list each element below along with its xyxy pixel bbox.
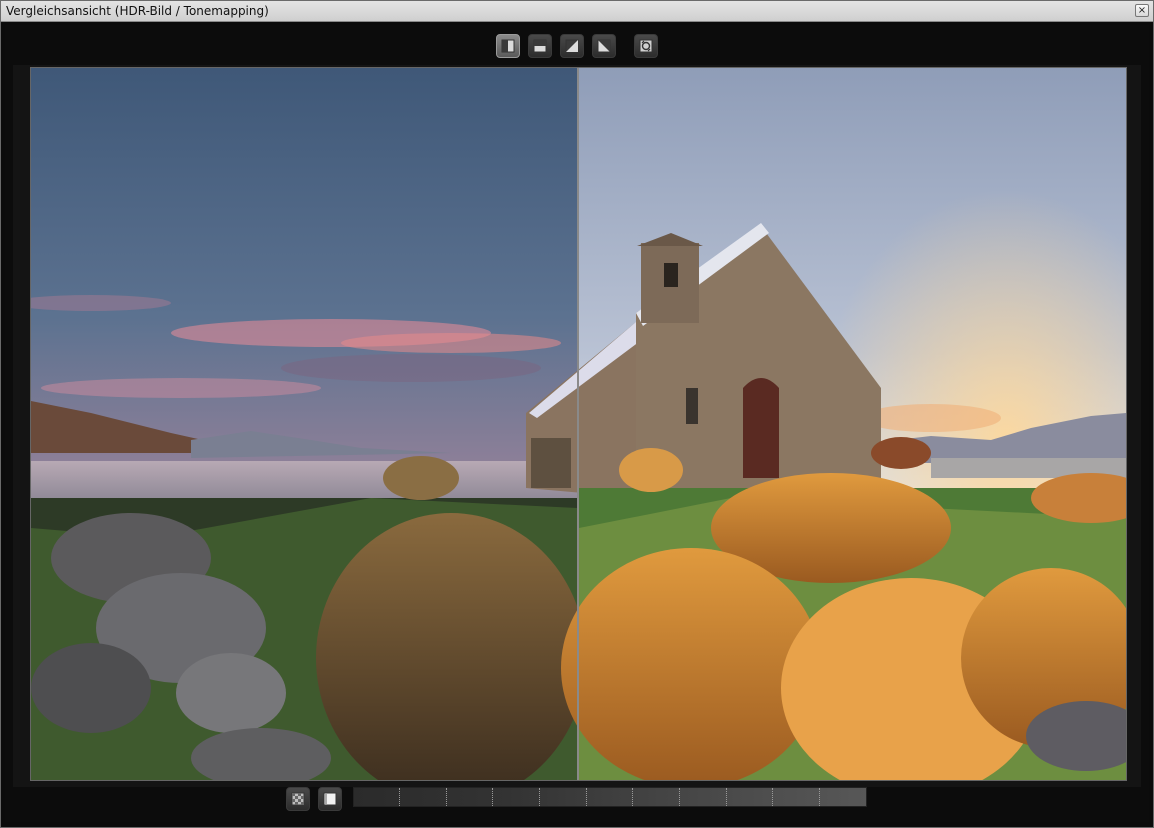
split-horizontal-button[interactable] [528, 34, 552, 58]
split-vertical-button[interactable] [496, 34, 520, 58]
split-diagonal-right-icon [597, 39, 611, 53]
split-diagonal-left-icon [565, 39, 579, 53]
slider-tick [726, 788, 727, 806]
slider-tick [772, 788, 773, 806]
white-background-button[interactable] [318, 787, 342, 811]
background-gray-slider[interactable] [353, 787, 867, 807]
comparison-window: Vergleichsansicht (HDR-Bild / Tonemappin… [0, 0, 1154, 828]
swap-view-icon [639, 39, 653, 53]
view-mode-toolbar [5, 25, 1149, 65]
close-button[interactable]: × [1135, 4, 1149, 17]
slider-tick [679, 788, 680, 806]
slider-tick [446, 788, 447, 806]
swap-view-button[interactable] [634, 34, 658, 58]
checker-background-button[interactable] [286, 787, 310, 811]
slider-tick [819, 788, 820, 806]
comparison-viewport[interactable] [30, 67, 1127, 781]
client-area [5, 25, 1149, 822]
split-vertical-icon [501, 39, 515, 53]
slider-tick [539, 788, 540, 806]
slider-tick [492, 788, 493, 806]
viewport-frame [13, 65, 1141, 791]
white-background-icon [323, 792, 337, 806]
slider-tick [586, 788, 587, 806]
split-divider-handle[interactable] [577, 68, 579, 780]
split-diagonal-left-button[interactable] [560, 34, 584, 58]
slider-tick [632, 788, 633, 806]
slider-tick [399, 788, 400, 806]
window-title: Vergleichsansicht (HDR-Bild / Tonemappin… [6, 4, 269, 18]
split-diagonal-right-button[interactable] [592, 34, 616, 58]
title-bar[interactable]: Vergleichsansicht (HDR-Bild / Tonemappin… [1, 1, 1153, 22]
bottom-toolbar [5, 787, 1149, 822]
checker-background-icon [291, 792, 305, 806]
split-horizontal-icon [533, 39, 547, 53]
